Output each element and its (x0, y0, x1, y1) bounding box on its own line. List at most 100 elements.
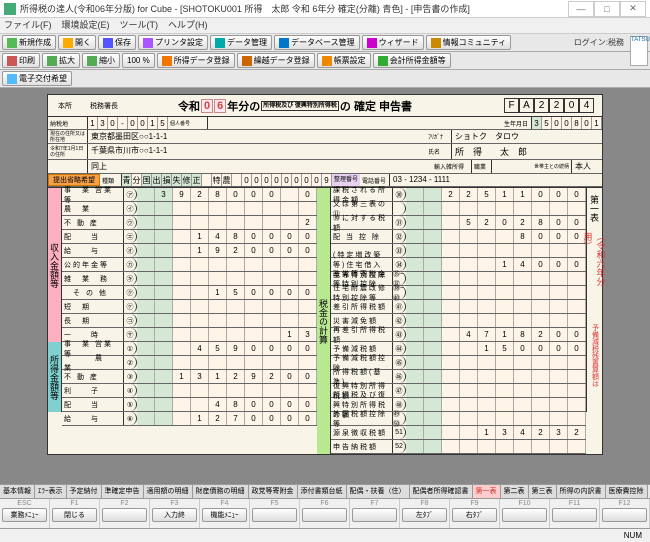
grid-cell[interactable]: 0 (552, 117, 562, 129)
tab-5[interactable]: 財産債務の明細 (193, 485, 249, 498)
row-value[interactable] (137, 202, 317, 215)
name-text[interactable]: 所 得 太 郎 (452, 144, 602, 159)
menu-tool[interactable]: ツール(T) (120, 18, 159, 33)
grid-cell[interactable]: 0 (312, 174, 322, 186)
row-value[interactable] (137, 272, 317, 285)
row-value[interactable]: 4590000 (137, 342, 317, 355)
row-value[interactable] (406, 244, 586, 257)
grid-cell[interactable]: 3 (532, 117, 542, 129)
row-value[interactable]: 13129200 (137, 370, 317, 383)
close-button[interactable]: ✕ (620, 1, 646, 17)
row-value[interactable] (406, 300, 586, 313)
menu-help[interactable]: ヘルプ(H) (168, 18, 208, 33)
row-value[interactable]: 150000 (406, 342, 586, 355)
fnkey-F11[interactable]: F11 (550, 499, 600, 528)
grid-cell[interactable]: 0 (252, 174, 262, 186)
grid-cell[interactable]: 0 (242, 174, 252, 186)
row-value[interactable] (137, 384, 317, 397)
tab-3[interactable]: 準確定申告 (102, 485, 144, 498)
grid-cell[interactable]: 国 (142, 174, 152, 186)
grid-cell[interactable]: 5 (542, 117, 552, 129)
fnkey-F1[interactable]: F1閉じる (50, 499, 100, 528)
row-value[interactable] (406, 384, 586, 397)
row-value[interactable]: 1270000 (137, 412, 317, 425)
grid-cell[interactable]: 1 (88, 117, 98, 129)
fnkey-F7[interactable]: F7 (350, 499, 400, 528)
grid-cell[interactable]: 0 (128, 117, 138, 129)
row-value[interactable]: 1920000 (137, 244, 317, 257)
minimize-button[interactable]: — (568, 1, 594, 17)
grid-cell[interactable]: 5 (158, 117, 168, 129)
tab-12[interactable]: 第三表 (529, 485, 557, 498)
grid-cell[interactable]: - (118, 117, 128, 129)
row-value[interactable]: 39280000 (137, 188, 317, 201)
row-value[interactable]: 8000 (406, 230, 586, 243)
grid-cell[interactable]: 出 (152, 174, 162, 186)
row-value[interactable]: 480000 (137, 398, 317, 411)
grid-cell[interactable]: 農 (222, 174, 232, 186)
addr1-text[interactable]: 東京都墨田区○○1-1-1 (88, 130, 426, 143)
tel-text[interactable]: 03 - 1234 - 1111 (390, 174, 480, 186)
tab-4[interactable]: 適用額の明細 (144, 485, 193, 498)
row-value[interactable] (406, 440, 586, 453)
row-value[interactable] (406, 356, 586, 369)
zip-grid[interactable]: 130-0015 (88, 117, 168, 129)
fnkey-F2[interactable]: F2 (100, 499, 150, 528)
tab-2[interactable]: 予定納付 (67, 485, 102, 498)
grid-cell[interactable]: 0 (582, 117, 592, 129)
addr2-text[interactable]: 千葉県市川市○○1-1-1 (88, 144, 426, 159)
toolbar-ウィザード[interactable]: ウィザード (362, 35, 424, 50)
grid-cell[interactable]: 1 (592, 117, 602, 129)
toolbar-情報コミュニティ[interactable]: 情報コミュニティ (426, 35, 512, 50)
grid-cell[interactable]: 正 (192, 174, 202, 186)
grid-cell[interactable]: 分 (132, 174, 142, 186)
row-value[interactable]: 1480000 (137, 230, 317, 243)
toolbar-印刷[interactable]: 印刷 (2, 53, 40, 68)
row-value[interactable] (137, 314, 317, 327)
row-value[interactable] (406, 370, 586, 383)
toolbar-開く[interactable]: 開く (58, 35, 96, 50)
tab-8[interactable]: 配偶・扶養（住） (347, 485, 410, 498)
row-value[interactable]: 2 (137, 216, 317, 229)
row-value[interactable] (406, 314, 586, 327)
fnkey-F3[interactable]: F3入力終 (150, 499, 200, 528)
maximize-button[interactable]: □ (594, 1, 620, 17)
grid-cell[interactable]: 0 (562, 117, 572, 129)
grid-cell[interactable]: 0 (302, 174, 312, 186)
row-value[interactable] (137, 300, 317, 313)
year-d1[interactable]: 0 (201, 99, 213, 113)
fnkey-F10[interactable]: F10 (500, 499, 550, 528)
fnkey-F4[interactable]: F4機能ﾒﾆｭｰ (200, 499, 250, 528)
fnkey-F6[interactable]: F6 (300, 499, 350, 528)
row-value[interactable]: 22511000 (406, 188, 586, 201)
grid-cell[interactable]: 0 (108, 117, 118, 129)
row-value[interactable]: 14000 (406, 258, 586, 271)
year-d2[interactable]: 6 (214, 99, 226, 113)
grid-cell[interactable]: 9 (322, 174, 332, 186)
menu-env[interactable]: 環境設定(E) (62, 18, 110, 33)
grid-cell[interactable]: 0 (262, 174, 272, 186)
tab-10[interactable]: 第一表 (473, 485, 501, 498)
types-grid[interactable]: 青分国出損失修正特農000000009 (122, 174, 332, 186)
tab-13[interactable]: 所得の内訳書 (557, 485, 606, 498)
birth-grid[interactable]: 3500801 (532, 117, 602, 129)
grid-cell[interactable]: 8 (572, 117, 582, 129)
row-value[interactable] (137, 258, 317, 271)
fnkey-ESC[interactable]: ESC業務ﾒﾆｭｰ (0, 499, 50, 528)
toolbar-データベース管理[interactable]: データベース管理 (274, 35, 360, 50)
grid-cell[interactable]: 1 (148, 117, 158, 129)
toolbar-拡大[interactable]: 拡大 (42, 53, 80, 68)
tab-11[interactable]: 第二表 (501, 485, 529, 498)
grid-cell[interactable]: 0 (138, 117, 148, 129)
toolbar-zoom[interactable]: 100 % (122, 53, 155, 68)
fnkey-F8[interactable]: F8左ﾀﾌﾞ (400, 499, 450, 528)
fnkey-F12[interactable]: F12 (600, 499, 650, 528)
grid-cell[interactable]: 修 (182, 174, 192, 186)
menu-file[interactable]: ファイル(F) (4, 18, 52, 33)
tab-1[interactable]: ｴﾗｰ表示 (35, 485, 67, 498)
grid-cell[interactable]: 3 (98, 117, 108, 129)
row-value[interactable]: 134232 (406, 426, 586, 439)
tab-7[interactable]: 添付書類台紙 (298, 485, 347, 498)
tab-9[interactable]: 配偶者所得確認書 (410, 485, 473, 498)
toolbar-所得データ登録[interactable]: 所得データ登録 (157, 53, 235, 68)
